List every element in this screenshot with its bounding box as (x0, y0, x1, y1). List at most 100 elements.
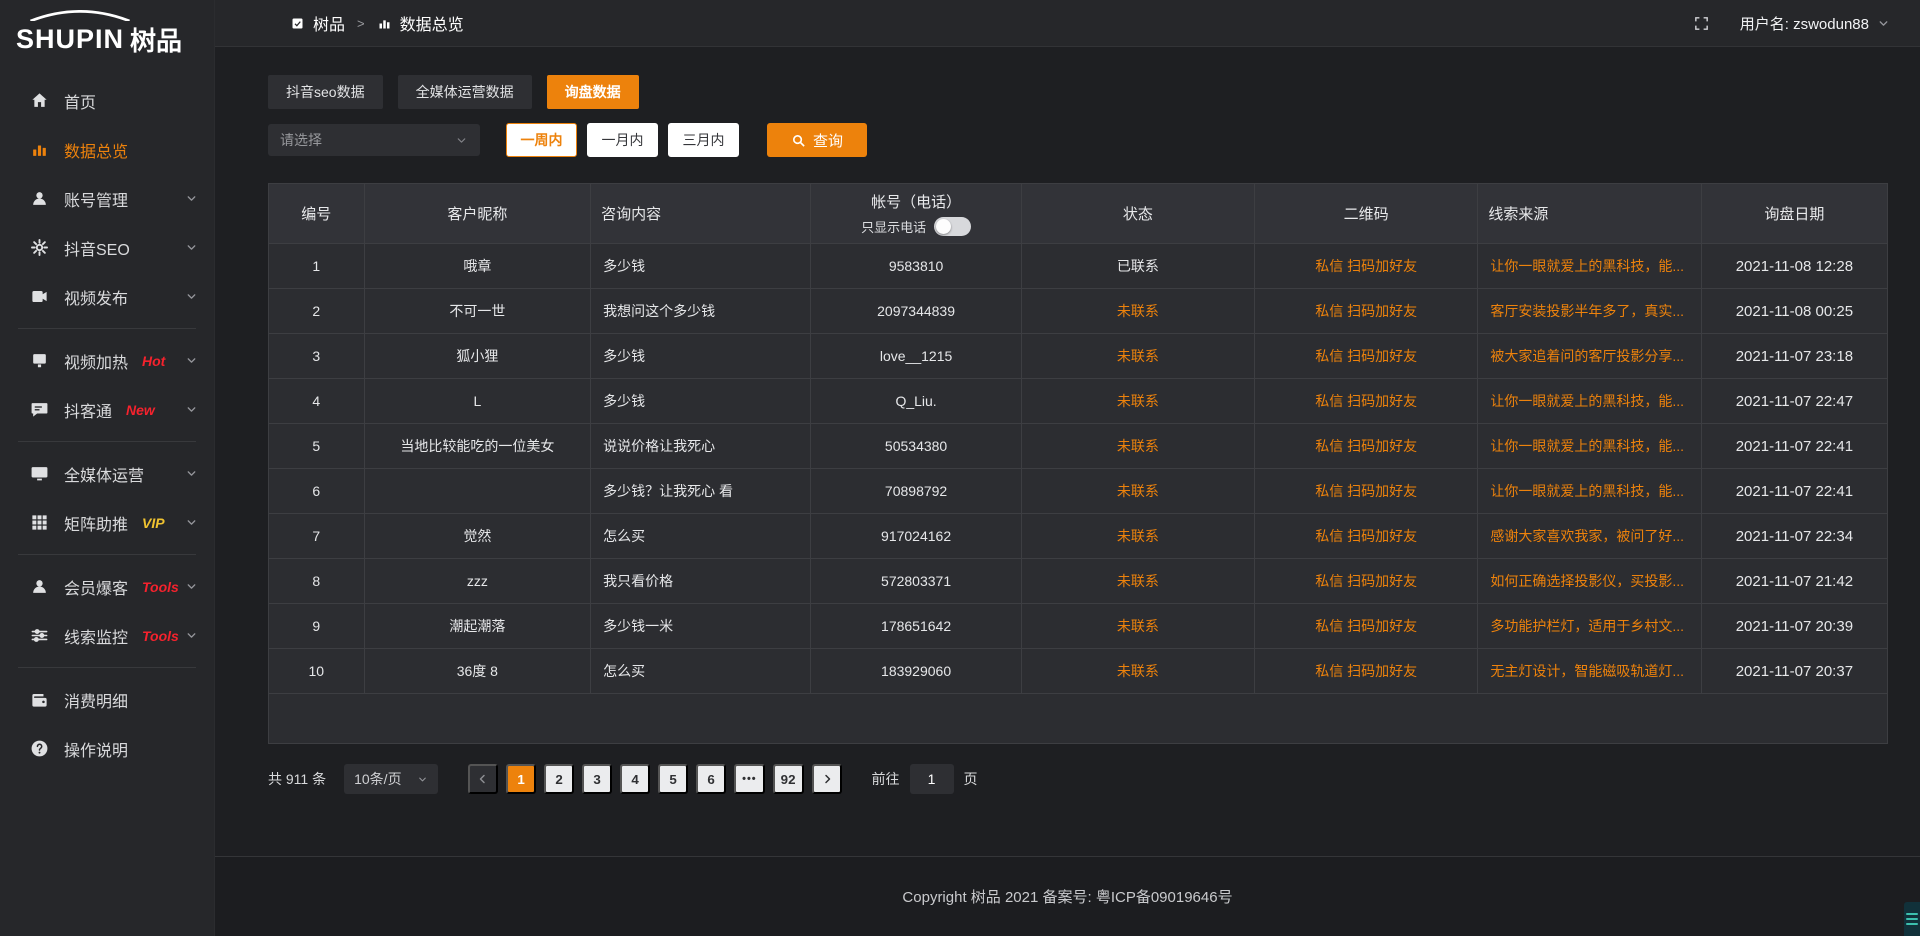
sidebar-item-consume-detail[interactable]: 消费明细 (0, 675, 214, 724)
jump-suffix: 页 (964, 769, 978, 789)
sidebar-item-media-ops[interactable]: 全媒体运营 (0, 449, 214, 498)
chevron-down-icon (455, 134, 468, 147)
page-ellipsis[interactable]: ••• (734, 764, 765, 794)
cell-status: 未联系 (1021, 604, 1254, 649)
lead-source-link[interactable]: 感谢大家喜欢我家，被问了好... (1490, 528, 1684, 544)
lead-source-link[interactable]: 让你一眼就爱上的黑科技，能... (1490, 393, 1684, 409)
page-button-4[interactable]: 4 (620, 764, 650, 794)
cell-nickname: zzz (364, 559, 591, 604)
sidebar-item-member-baoke[interactable]: 会员爆客Tools (0, 562, 214, 611)
prev-page-button[interactable] (468, 764, 498, 794)
table-row: 6多少钱？让我死心 看70898792未联系私信 扫码加好友让你一眼就爱上的黑科… (269, 469, 1888, 514)
sidebar-menu: 首页数据总览账号管理抖音SEO视频发布视频加热Hot抖客通New 全媒体运营矩阵助… (0, 64, 214, 773)
qr-friend-link[interactable]: 私信 扫码加好友 (1315, 528, 1417, 544)
qr-friend-link[interactable]: 私信 扫码加好友 (1315, 348, 1417, 364)
cell-no: 7 (269, 514, 365, 559)
pagination: 共 911 条 10条/页 123456•••92 前往 页 (268, 764, 1888, 794)
lead-source-link[interactable]: 如何正确选择投影仪，买投影... (1490, 573, 1684, 589)
qr-friend-link[interactable]: 私信 扫码加好友 (1315, 303, 1417, 319)
page-button-2[interactable]: 2 (544, 764, 574, 794)
filter-select[interactable]: 请选择 (268, 124, 480, 156)
range-button-1[interactable]: 一月内 (587, 123, 658, 157)
floating-widget[interactable] (1904, 902, 1920, 936)
cell-content: 怎么买 (591, 649, 811, 694)
sidebar-item-matrix-boost[interactable]: 矩阵助推VIP (0, 498, 214, 547)
breadcrumb: 树品 > 数据总览 (290, 11, 464, 35)
lead-source-link[interactable]: 多功能护栏灯，适用于乡村文... (1490, 618, 1684, 634)
sidebar-item-badge: Hot (142, 353, 165, 369)
cell-account: love__1215 (811, 334, 1021, 379)
breadcrumb-app-icon (290, 16, 305, 31)
page-button-3[interactable]: 3 (582, 764, 612, 794)
sidebar-item-lead-monitor[interactable]: 线索监控Tools (0, 611, 214, 660)
cell-date: 2021-11-07 22:41 (1701, 469, 1887, 514)
page-button-6[interactable]: 6 (696, 764, 726, 794)
page-button-5[interactable]: 5 (658, 764, 688, 794)
sidebar-item-account-manage[interactable]: 账号管理 (0, 174, 214, 223)
cell-qrcode: 私信 扫码加好友 (1254, 559, 1477, 604)
sidebar-item-douyin-seo[interactable]: 抖音SEO (0, 223, 214, 272)
qr-friend-link[interactable]: 私信 扫码加好友 (1315, 393, 1417, 409)
sidebar-item-label: 抖客通 (64, 398, 112, 422)
phone-only-toggle[interactable] (934, 217, 971, 236)
cell-status: 未联系 (1021, 289, 1254, 334)
column-header: 帐号（电话）只显示电话 (811, 184, 1021, 244)
tab-media-ops-data[interactable]: 全媒体运营数据 (398, 75, 532, 109)
inquiry-table: 编号客户昵称咨询内容帐号（电话）只显示电话状态二维码线索来源询盘日期 1哦章多少… (268, 183, 1888, 744)
sidebar-item-video-heat[interactable]: 视频加热Hot (0, 336, 214, 385)
sidebar-item-data-overview[interactable]: 数据总览 (0, 125, 214, 174)
range-button-2[interactable]: 三月内 (668, 123, 739, 157)
status-badge: 未联系 (1117, 348, 1159, 364)
qr-friend-link[interactable]: 私信 扫码加好友 (1315, 438, 1417, 454)
sidebar-item-home[interactable]: 首页 (0, 76, 214, 125)
range-button-0[interactable]: 一周内 (506, 123, 577, 157)
cell-qrcode: 私信 扫码加好友 (1254, 604, 1477, 649)
sidebar-item-help[interactable]: 操作说明 (0, 724, 214, 773)
jump-page-input[interactable] (910, 764, 954, 794)
phone-only-label: 只显示电话 (861, 217, 926, 236)
cell-source: 被大家追着问的客厅投影分享... (1478, 334, 1701, 379)
lead-source-link[interactable]: 让你一眼就爱上的黑科技，能... (1490, 483, 1684, 499)
table-row: 1036度 8怎么买183929060未联系私信 扫码加好友无主灯设计，智能磁吸… (269, 649, 1888, 694)
logo-arc-icon (16, 10, 214, 21)
column-header: 二维码 (1254, 184, 1477, 244)
page-size-select[interactable]: 10条/页 (344, 764, 438, 794)
cell-source: 多功能护栏灯，适用于乡村文... (1478, 604, 1701, 649)
lead-source-link[interactable]: 客厅安装投影半年多了，真实... (1490, 303, 1684, 319)
next-page-button[interactable] (812, 764, 842, 794)
tab-inquiry-data[interactable]: 询盘数据 (547, 75, 639, 109)
cell-content: 怎么买 (591, 514, 811, 559)
lead-source-link[interactable]: 被大家追着问的客厅投影分享... (1490, 348, 1684, 364)
cell-source: 让你一眼就爱上的黑科技，能... (1478, 244, 1701, 289)
fullscreen-icon[interactable] (1693, 15, 1710, 32)
sidebar-item-video-publish[interactable]: 视频发布 (0, 272, 214, 321)
breadcrumb-app[interactable]: 树品 (313, 11, 345, 35)
cell-qrcode: 私信 扫码加好友 (1254, 424, 1477, 469)
page-button-1[interactable]: 1 (506, 764, 536, 794)
user-menu[interactable]: 用户名: zswodun88 (1740, 13, 1890, 34)
home-icon (30, 91, 50, 110)
cell-account: 70898792 (811, 469, 1021, 514)
cell-source: 感谢大家喜欢我家，被问了好... (1478, 514, 1701, 559)
qr-friend-link[interactable]: 私信 扫码加好友 (1315, 663, 1417, 679)
status-badge: 已联系 (1117, 258, 1159, 274)
qr-friend-link[interactable]: 私信 扫码加好友 (1315, 618, 1417, 634)
cell-date: 2021-11-07 21:42 (1701, 559, 1887, 604)
query-button[interactable]: 查询 (767, 123, 867, 157)
qr-friend-link[interactable]: 私信 扫码加好友 (1315, 258, 1417, 274)
chevron-down-icon (185, 629, 198, 642)
qr-friend-link[interactable]: 私信 扫码加好友 (1315, 573, 1417, 589)
lead-source-link[interactable]: 让你一眼就爱上的黑科技，能... (1490, 258, 1684, 274)
tab-douyin-seo-data[interactable]: 抖音seo数据 (268, 75, 383, 109)
cell-no: 5 (269, 424, 365, 469)
status-badge: 未联系 (1117, 618, 1159, 634)
page-button-92[interactable]: 92 (773, 764, 804, 794)
lead-source-link[interactable]: 让你一眼就爱上的黑科技，能... (1490, 438, 1684, 454)
sidebar-item-douketong[interactable]: 抖客通New (0, 385, 214, 434)
lead-source-link[interactable]: 无主灯设计，智能磁吸轨道灯... (1490, 663, 1684, 679)
jump-prefix: 前往 (872, 769, 900, 789)
qr-friend-link[interactable]: 私信 扫码加好友 (1315, 483, 1417, 499)
sidebar-item-label: 消费明细 (64, 688, 128, 712)
table-row: 1哦章多少钱9583810已联系私信 扫码加好友让你一眼就爱上的黑科技，能...… (269, 244, 1888, 289)
status-badge: 未联系 (1117, 528, 1159, 544)
